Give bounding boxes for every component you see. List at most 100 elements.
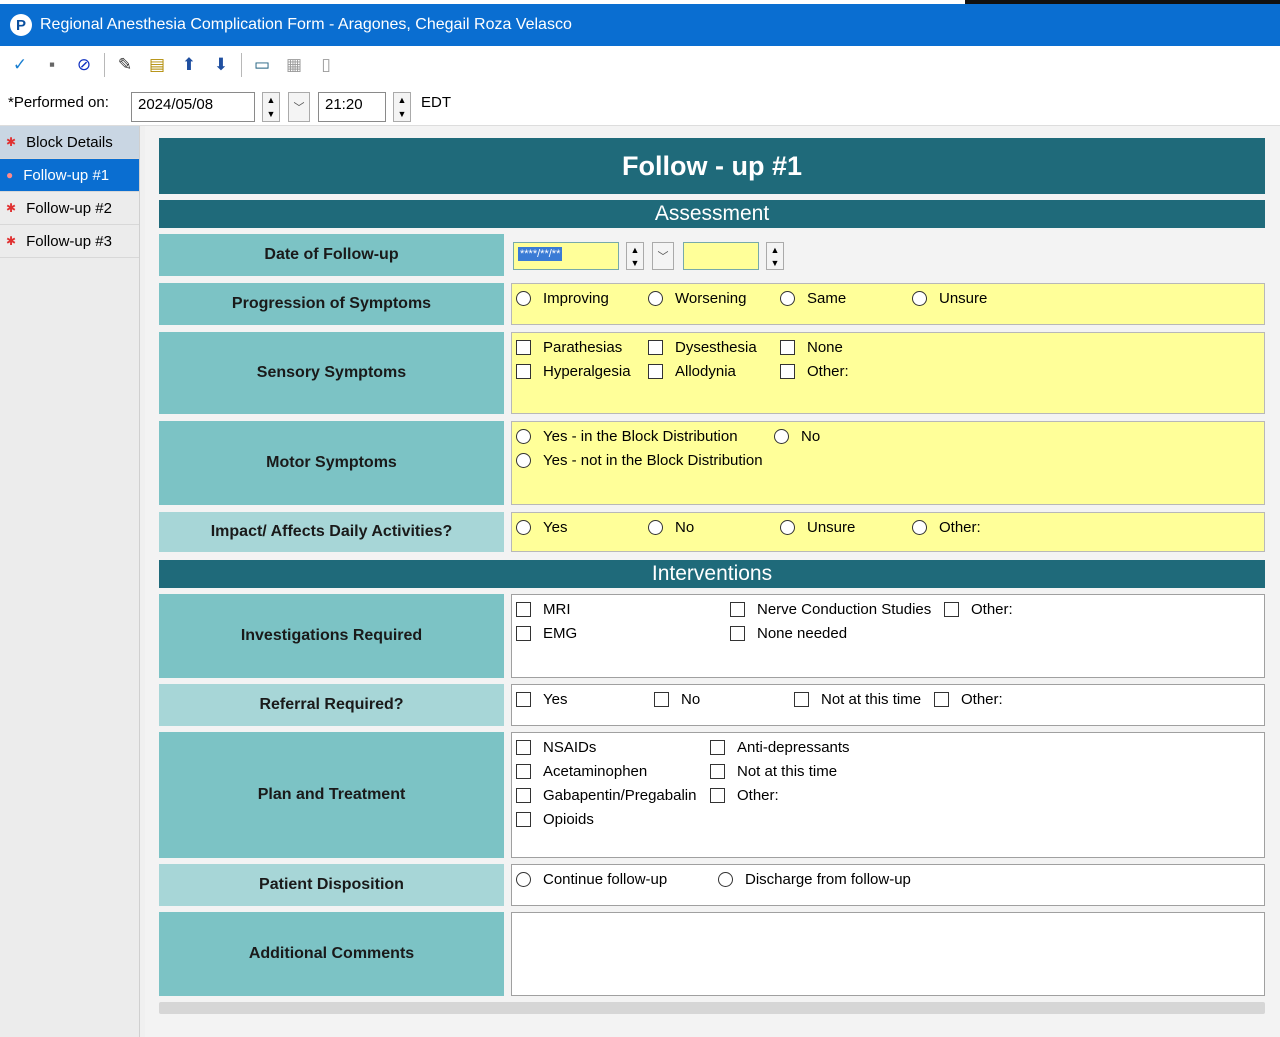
checkbox[interactable] — [794, 692, 809, 707]
motor-option-yes-not-in-the-block-distribution[interactable]: Yes - not in the Block Distribution — [516, 452, 763, 469]
down-arrow-icon[interactable]: ⬇ — [210, 54, 232, 76]
followup-date-input[interactable]: ****/**/** — [513, 242, 619, 270]
date-spinner[interactable]: ▲ ▼ — [262, 92, 280, 122]
radio-button[interactable] — [780, 520, 795, 535]
performed-date-input[interactable]: 2024/05/08 — [131, 92, 255, 122]
radio-button[interactable] — [780, 291, 795, 306]
plan-option-anti-depressants[interactable]: Anti-depressants — [710, 739, 850, 756]
up-arrow-icon[interactable]: ⬆ — [178, 54, 200, 76]
document-icon[interactable]: ▯ — [315, 54, 337, 76]
horizontal-scrollbar[interactable] — [159, 1002, 1265, 1014]
sign-icon[interactable]: ✓ — [9, 54, 31, 76]
plan-option-opioids[interactable]: Opioids — [516, 811, 594, 828]
plan-option-gabapentin-pregabalin[interactable]: Gabapentin/Pregabalin — [516, 787, 696, 804]
checkbox[interactable] — [944, 602, 959, 617]
checkbox[interactable] — [516, 340, 531, 355]
investigations-option-other[interactable]: Other: — [944, 601, 1013, 618]
plan-option-acetaminophen[interactable]: Acetaminophen — [516, 763, 647, 780]
motor-option-yes-in-the-block-distribution[interactable]: Yes - in the Block Distribution — [516, 428, 738, 445]
plan-option-nsaids[interactable]: NSAIDs — [516, 739, 596, 756]
sensory-option-hyperalgesia[interactable]: Hyperalgesia — [516, 363, 631, 380]
checkbox[interactable] — [934, 692, 949, 707]
motor-label: Motor Symptoms — [159, 421, 504, 505]
impact-option-other[interactable]: Other: — [912, 519, 981, 536]
calendar-dropdown-icon[interactable]: ﹀ — [288, 92, 310, 122]
referral-option-no[interactable]: No — [654, 691, 700, 708]
radio-button[interactable] — [912, 520, 927, 535]
checkbox[interactable] — [516, 764, 531, 779]
nav-item-follow-up-1[interactable]: ● Follow-up #1 — [0, 159, 139, 192]
referral-option-other[interactable]: Other: — [934, 691, 1003, 708]
investigations-option-emg[interactable]: EMG — [516, 625, 577, 642]
sensory-option-other[interactable]: Other: — [780, 363, 849, 380]
checkbox[interactable] — [516, 788, 531, 803]
investigations-option-nerve-conduction-studies[interactable]: Nerve Conduction Studies — [730, 601, 931, 618]
investigations-option-mri[interactable]: MRI — [516, 601, 571, 618]
nav-item-follow-up-3[interactable]: ✱ Follow-up #3 — [0, 225, 139, 258]
sensory-option-dysesthesia[interactable]: Dysesthesia — [648, 339, 757, 356]
pen-icon[interactable]: ✎ — [114, 54, 136, 76]
checkbox[interactable] — [648, 364, 663, 379]
disposition-option-continue-follow-up[interactable]: Continue follow-up — [516, 871, 667, 888]
followup-time-spinner[interactable]: ▲ ▼ — [766, 242, 784, 270]
cancel-icon[interactable]: ⊘ — [73, 54, 95, 76]
motor-option-no[interactable]: No — [774, 428, 820, 445]
plan-option-not-at-this-time[interactable]: Not at this time — [710, 763, 837, 780]
referral-option-yes[interactable]: Yes — [516, 691, 567, 708]
checkbox[interactable] — [648, 340, 663, 355]
nav-item-block-details[interactable]: ✱ Block Details — [0, 126, 139, 159]
disposition-option-discharge-from-follow-up[interactable]: Discharge from follow-up — [718, 871, 911, 888]
radio-button[interactable] — [516, 520, 531, 535]
option-label: No — [801, 428, 821, 445]
impact-option-unsure[interactable]: Unsure — [780, 519, 855, 536]
checkbox[interactable] — [516, 364, 531, 379]
save-icon[interactable]: ▪ — [41, 54, 63, 76]
progression-option-improving[interactable]: Improving — [516, 290, 609, 307]
checkbox[interactable] — [516, 812, 531, 827]
option-label: Other: — [737, 787, 779, 804]
calculator-icon[interactable]: ▦ — [283, 54, 305, 76]
radio-button[interactable] — [516, 291, 531, 306]
sensory-option-parathesias[interactable]: Parathesias — [516, 339, 622, 356]
checkbox[interactable] — [730, 626, 745, 641]
checkbox[interactable] — [780, 340, 795, 355]
checkbox[interactable] — [516, 626, 531, 641]
progression-option-unsure[interactable]: Unsure — [912, 290, 987, 307]
radio-button[interactable] — [912, 291, 927, 306]
radio-button[interactable] — [516, 453, 531, 468]
investigations-option-none-needed[interactable]: None needed — [730, 625, 847, 642]
checkbox[interactable] — [710, 788, 725, 803]
radio-button[interactable] — [516, 872, 531, 887]
referral-option-not-at-this-time[interactable]: Not at this time — [794, 691, 921, 708]
nav-item-follow-up-2[interactable]: ✱ Follow-up #2 — [0, 192, 139, 225]
note-icon[interactable]: ▤ — [146, 54, 168, 76]
radio-button[interactable] — [718, 872, 733, 887]
comments-textarea[interactable] — [511, 912, 1265, 996]
radio-button[interactable] — [648, 291, 663, 306]
checkbox[interactable] — [654, 692, 669, 707]
checkbox[interactable] — [710, 764, 725, 779]
display-icon[interactable]: ▭ — [251, 54, 273, 76]
option-label: Other: — [807, 363, 849, 380]
plan-option-other[interactable]: Other: — [710, 787, 779, 804]
followup-date-spinner[interactable]: ▲ ▼ — [626, 242, 644, 270]
checkbox[interactable] — [780, 364, 795, 379]
impact-option-yes[interactable]: Yes — [516, 519, 567, 536]
checkbox[interactable] — [516, 692, 531, 707]
radio-button[interactable] — [648, 520, 663, 535]
performed-time-input[interactable]: 21:20 — [318, 92, 386, 122]
radio-button[interactable] — [516, 429, 531, 444]
sensory-option-none[interactable]: None — [780, 339, 843, 356]
progression-option-same[interactable]: Same — [780, 290, 846, 307]
radio-button[interactable] — [774, 429, 789, 444]
checkbox[interactable] — [730, 602, 745, 617]
impact-option-no[interactable]: No — [648, 519, 694, 536]
checkbox[interactable] — [516, 740, 531, 755]
progression-option-worsening[interactable]: Worsening — [648, 290, 746, 307]
followup-time-input[interactable] — [683, 242, 759, 270]
checkbox[interactable] — [516, 602, 531, 617]
time-spinner[interactable]: ▲ ▼ — [393, 92, 411, 122]
checkbox[interactable] — [710, 740, 725, 755]
sensory-option-allodynia[interactable]: Allodynia — [648, 363, 736, 380]
followup-calendar-dropdown-icon[interactable]: ﹀ — [652, 242, 674, 270]
